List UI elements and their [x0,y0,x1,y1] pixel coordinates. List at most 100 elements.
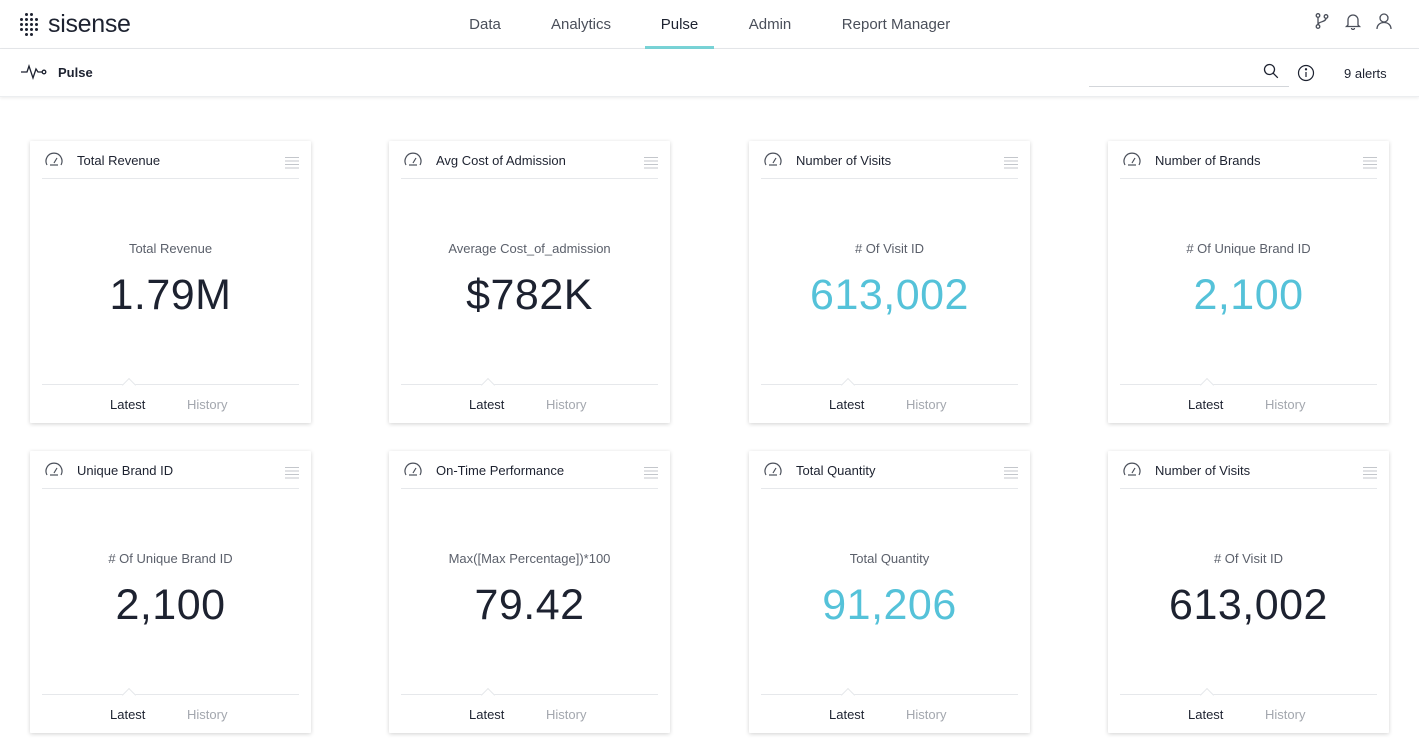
card-subtitle: Average Cost_of_admission [448,241,611,256]
card-title: Total Revenue [77,153,161,168]
user-icon[interactable] [1375,12,1393,30]
card-header: Number of Visits [761,141,1018,179]
gauge-icon [45,152,63,166]
alert-card[interactable]: Unique Brand ID # Of Unique Brand ID 2,1… [30,451,311,733]
card-header: Number of Visits [1120,451,1377,489]
card-title: Number of Visits [1155,463,1251,478]
card-title: Total Quantity [796,463,876,478]
alert-card[interactable]: Total Revenue Total Revenue 1.79M Latest… [30,141,311,423]
card-footer: Latest History [1120,687,1377,732]
card-subtitle: Total Quantity [849,551,930,566]
card-title: Number of Visits [796,153,892,168]
card-header: Unique Brand ID [42,451,299,489]
active-tab-caret [121,687,137,703]
info-icon[interactable] [1297,64,1315,82]
tab-latest[interactable]: Latest [829,707,864,722]
alert-card[interactable]: Number of Visits # Of Visit ID 613,002 L… [749,141,1030,423]
card-footer: Latest History [42,377,299,422]
bell-icon[interactable] [1344,12,1362,30]
active-tab-caret [840,687,856,703]
card-subtitle: Total Revenue [128,241,213,256]
alert-card[interactable]: Number of Brands # Of Unique Brand ID 2,… [1108,141,1389,423]
alert-card[interactable]: Avg Cost of Admission Average Cost_of_ad… [389,141,670,423]
tab-latest[interactable]: Latest [469,707,504,722]
card-header: On-Time Performance [401,451,658,489]
tab-history[interactable]: History [906,397,946,412]
card-subtitle: # Of Unique Brand ID [108,551,233,566]
card-footer: Latest History [761,687,1018,732]
tab-latest[interactable]: Latest [469,397,504,412]
tab-latest[interactable]: Latest [1188,397,1223,412]
tab-latest[interactable]: Latest [110,397,145,412]
card-value: 613,002 [810,271,969,319]
card-value: $782K [466,271,593,319]
menu-icon[interactable] [644,466,658,480]
card-title: On-Time Performance [436,463,565,478]
menu-icon[interactable] [1004,156,1018,170]
nav-item-analytics[interactable]: Analytics [544,0,618,49]
nav-item-pulse[interactable]: Pulse [645,0,714,49]
tab-history[interactable]: History [546,707,586,722]
tab-history[interactable]: History [906,707,946,722]
active-tab-caret [480,687,496,703]
card-footer: Latest History [401,377,658,422]
card-title: Unique Brand ID [77,463,174,478]
tab-latest[interactable]: Latest [1188,707,1223,722]
alerts-count[interactable]: 9 alerts [1344,66,1387,81]
page-title-label: Pulse [58,64,93,80]
nav-item-report-manager[interactable]: Report Manager [834,0,958,49]
card-footer: Latest History [761,377,1018,422]
alert-card[interactable]: Number of Visits # Of Visit ID 613,002 L… [1108,451,1389,733]
card-header: Total Revenue [42,141,299,179]
pulse-icon [21,63,47,81]
card-title: Avg Cost of Admission [436,153,566,168]
tab-history[interactable]: History [1265,397,1305,412]
tab-history[interactable]: History [1265,707,1305,722]
tab-latest[interactable]: Latest [829,397,864,412]
gauge-icon [764,462,782,476]
search-field[interactable] [1089,62,1289,87]
gauge-icon [404,152,422,166]
gauge-icon [45,462,63,476]
search-icon[interactable] [1263,63,1279,79]
menu-icon[interactable] [1363,156,1377,170]
menu-icon[interactable] [1004,466,1018,480]
card-footer: Latest History [401,687,658,732]
card-value: 79.42 [474,581,585,629]
active-tab-caret [480,377,496,393]
alert-card[interactable]: On-Time Performance Max([Max Percentage]… [389,451,670,733]
card-value: 613,002 [1169,581,1328,629]
alert-card[interactable]: Total Quantity Total Quantity 91,206 Lat… [749,451,1030,733]
card-value: 1.79M [109,271,232,319]
nav-item-data[interactable]: Data [453,0,517,49]
logo-dots-icon [20,11,39,37]
card-subtitle: # Of Visit ID [854,241,925,256]
card-subtitle: # Of Unique Brand ID [1186,241,1311,256]
top-navigation-bar: sisense Data Analytics Pulse Admin Repor… [0,0,1419,49]
active-tab-caret [840,377,856,393]
branch-icon[interactable] [1313,12,1331,30]
nav-item-admin[interactable]: Admin [740,0,800,49]
menu-icon[interactable] [1363,466,1377,480]
card-value: 91,206 [822,581,957,629]
tab-history[interactable]: History [187,707,227,722]
gauge-icon [764,152,782,166]
active-tab-caret [121,377,137,393]
menu-icon[interactable] [644,156,658,170]
menu-icon[interactable] [285,466,299,480]
card-footer: Latest History [42,687,299,732]
active-tab-caret [1199,687,1215,703]
card-header: Avg Cost of Admission [401,141,658,179]
card-header: Total Quantity [761,451,1018,489]
tab-history[interactable]: History [187,397,227,412]
tab-history[interactable]: History [546,397,586,412]
tab-latest[interactable]: Latest [110,707,145,722]
top-icons [1313,12,1393,30]
pulse-subheader: Pulse [0,49,1419,97]
search-input[interactable] [1089,62,1249,84]
menu-icon[interactable] [285,156,299,170]
card-subtitle: # Of Visit ID [1213,551,1284,566]
sisense-logo[interactable]: sisense [20,10,131,38]
gauge-icon [1123,462,1141,476]
card-value: 2,100 [1193,271,1304,319]
